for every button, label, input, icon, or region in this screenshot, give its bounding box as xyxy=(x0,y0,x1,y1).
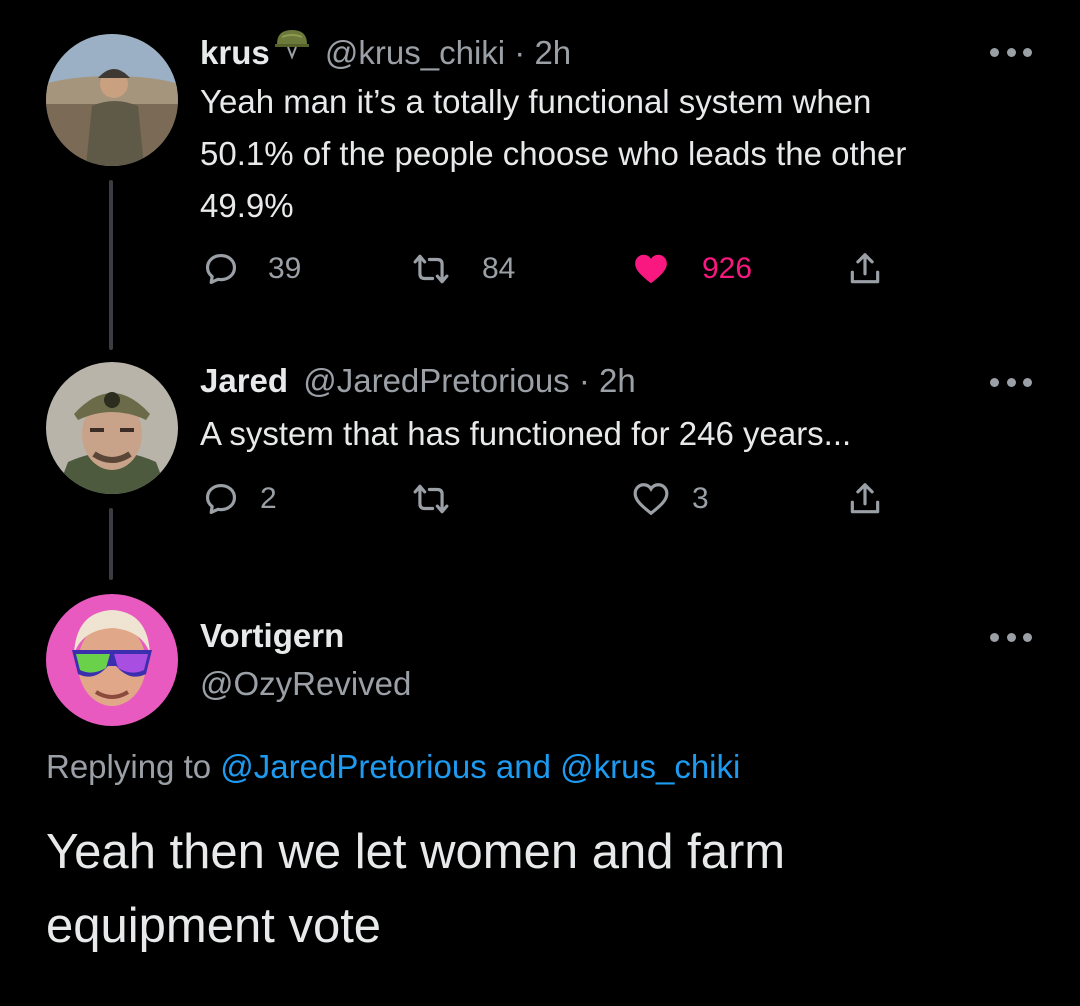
tweet-text-line: 50.1% of the people choose who leads the… xyxy=(200,135,907,172)
avatar-vortigern[interactable] xyxy=(46,594,178,726)
share-icon xyxy=(850,253,880,284)
tweet-text-line: 49.9% xyxy=(200,187,294,224)
display-name[interactable]: krus xyxy=(200,34,270,71)
dot-separator: · xyxy=(569,362,600,399)
share-button[interactable] xyxy=(846,480,884,518)
like-count: 926 xyxy=(702,252,753,285)
share-icon xyxy=(850,483,880,514)
heart-icon xyxy=(635,254,667,284)
more-icon[interactable] xyxy=(990,46,1032,58)
more-icon[interactable] xyxy=(990,376,1032,388)
avatar-krus[interactable] xyxy=(46,34,178,166)
retweet-icon xyxy=(413,484,449,514)
user-handle[interactable]: @JaredPretorious xyxy=(303,362,569,399)
retweet-count: 84 xyxy=(482,252,516,285)
timestamp[interactable]: 2h xyxy=(599,362,636,399)
like-button[interactable]: 926 xyxy=(632,250,752,288)
thread-line xyxy=(109,180,113,350)
retweet-icon xyxy=(413,254,449,284)
share-button[interactable] xyxy=(846,250,884,288)
tweet-header: Jared @JaredPretorious · 2h xyxy=(200,361,636,401)
tweet-text-line: Yeah man it’s a totally functional syste… xyxy=(200,83,872,120)
more-icon[interactable] xyxy=(990,631,1032,643)
user-handle-row: @OzyRevived xyxy=(200,664,411,704)
thread-line xyxy=(109,508,113,580)
tweet-header: Vortigern xyxy=(200,616,344,656)
main-tweet-text-line: equipment vote xyxy=(46,899,382,953)
reply-button[interactable]: 39 xyxy=(202,250,301,288)
retweet-button[interactable] xyxy=(412,480,478,518)
reply-button[interactable]: 2 xyxy=(202,480,277,518)
reply-icon xyxy=(205,253,237,285)
helmet-icon xyxy=(274,27,310,70)
tweet-text: A system that has functioned for 246 yea… xyxy=(200,408,1040,460)
replying-prefix: Replying to xyxy=(46,748,221,785)
tweet-text: Yeah man it’s a totally functional syste… xyxy=(200,76,1040,232)
like-button[interactable]: 3 xyxy=(632,480,709,518)
heart-icon xyxy=(633,483,669,516)
mention-connector: and xyxy=(486,748,561,785)
like-count: 3 xyxy=(692,482,709,515)
main-tweet-text-line: Yeah then we let women and farm xyxy=(46,825,786,879)
display-name[interactable]: Vortigern xyxy=(200,616,344,656)
tweet-header: krus @krus_chiki · 2h xyxy=(200,29,571,73)
avatar-jared[interactable] xyxy=(46,362,178,494)
main-tweet-text: Yeah then we let women and farm equipmen… xyxy=(46,815,1026,963)
display-name[interactable]: Jared xyxy=(200,362,288,399)
user-handle[interactable]: @krus_chiki xyxy=(325,34,505,71)
replying-to: Replying to @JaredPretorious and @krus_c… xyxy=(46,748,740,786)
user-handle[interactable]: @OzyRevived xyxy=(200,664,411,704)
reply-count: 39 xyxy=(268,252,302,285)
reply-icon xyxy=(205,483,237,515)
dot-separator: · xyxy=(505,34,535,71)
tweet-text-line: A system that has functioned for 246 yea… xyxy=(200,415,852,452)
reply-count: 2 xyxy=(260,482,277,515)
retweet-button[interactable]: 84 xyxy=(412,250,515,288)
mention-link[interactable]: @JaredPretorious xyxy=(220,748,486,785)
timestamp[interactable]: 2h xyxy=(534,34,571,71)
mention-link[interactable]: @krus_chiki xyxy=(560,748,740,785)
